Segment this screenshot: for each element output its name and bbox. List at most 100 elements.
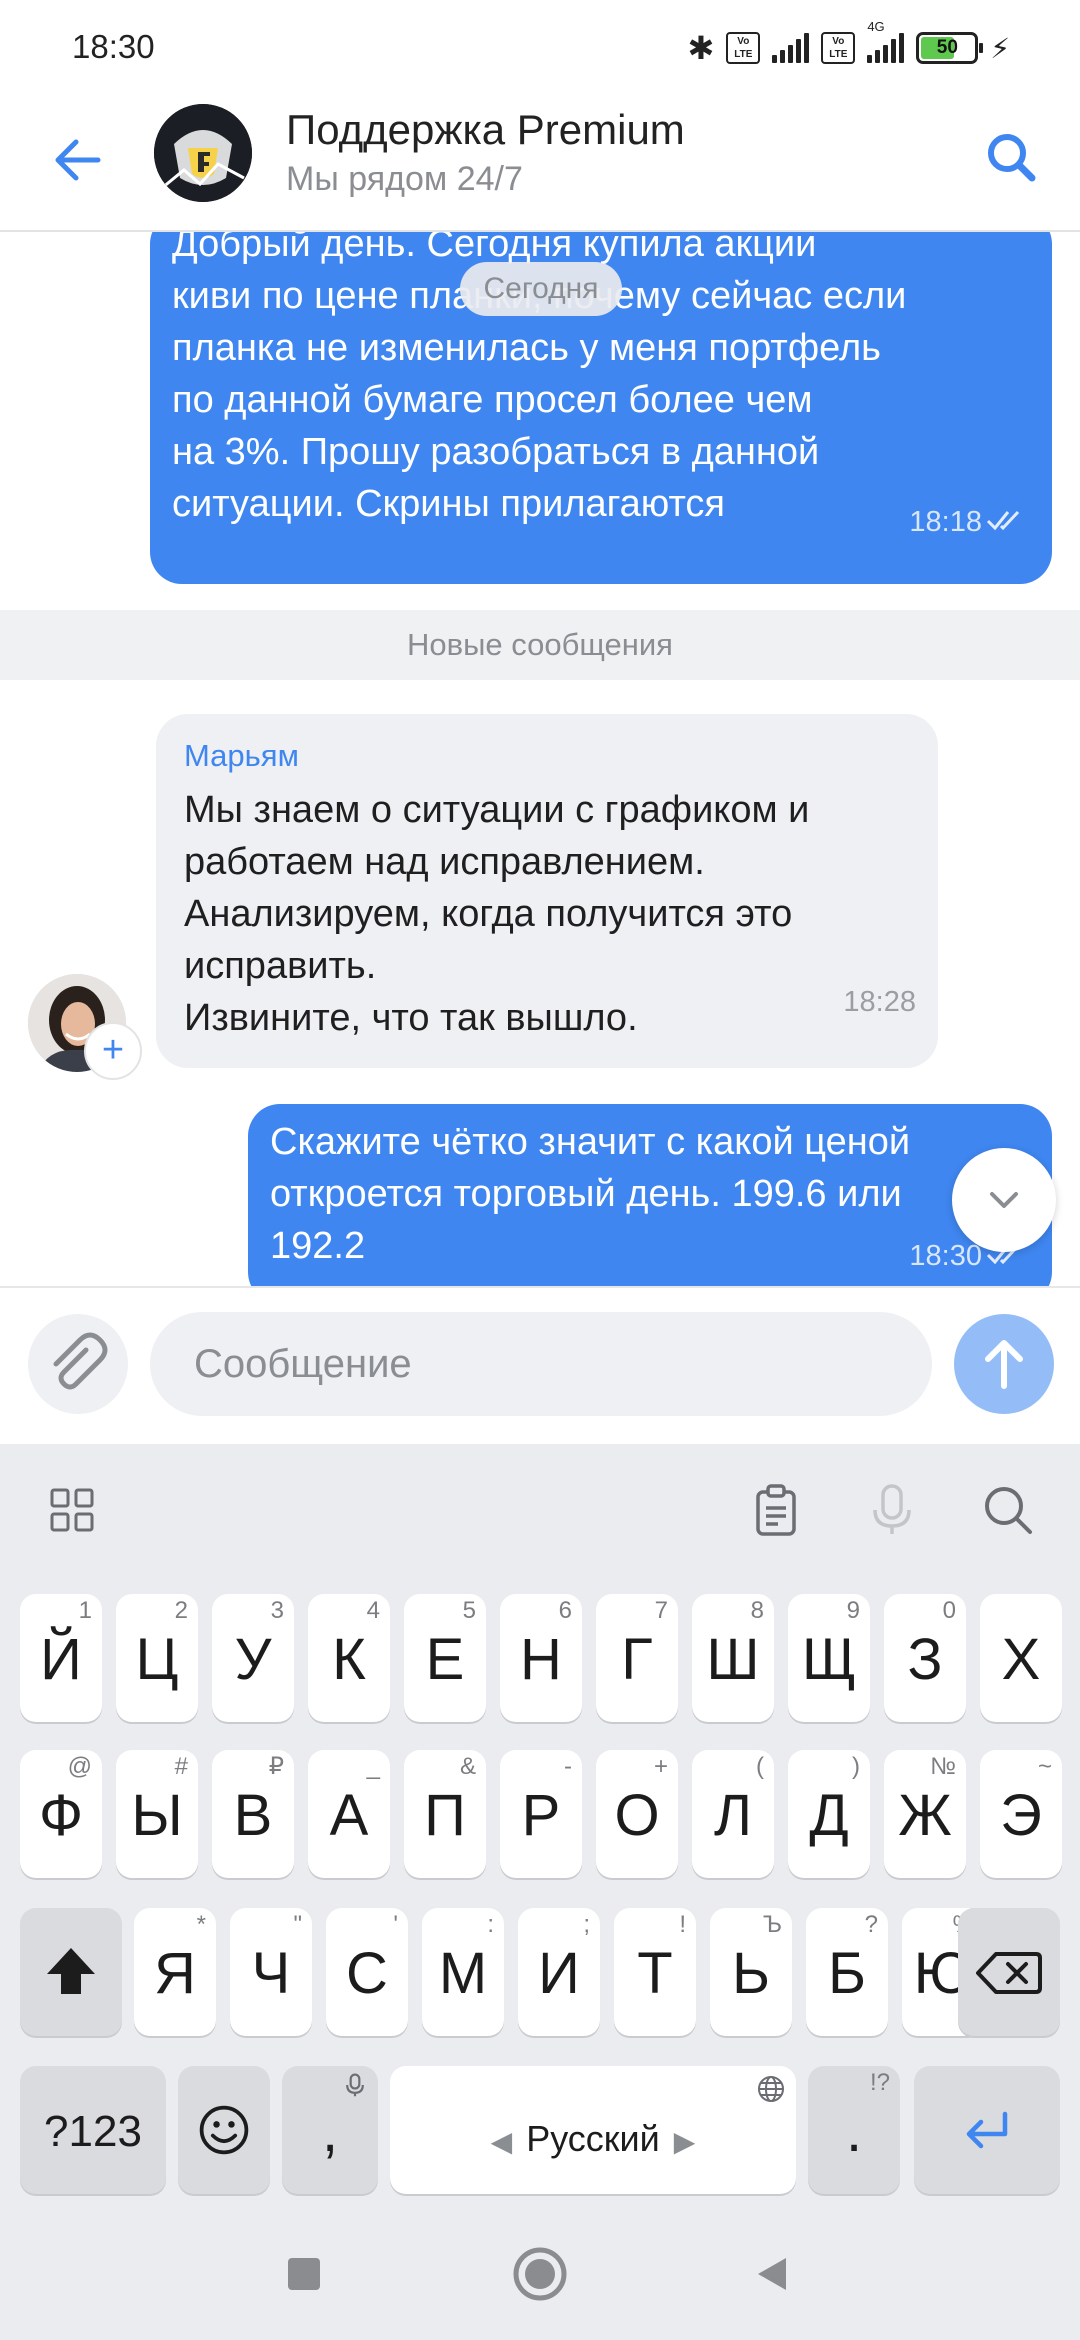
key-в[interactable]: В ₽ [212,1750,294,1878]
key-label: Ц [135,1627,179,1692]
volte-icon: Vo LTE [726,32,761,64]
key-hint: 7 [654,1597,668,1624]
enter-arrow-icon [966,2111,1008,2149]
support-avatar[interactable] [154,104,252,202]
key-у[interactable]: У3 [212,1594,294,1722]
attach-button[interactable] [28,1314,128,1414]
key-label: Ш [706,1627,760,1692]
back-icon[interactable] [752,2254,792,2294]
key-label: Ь [731,1941,771,2006]
keyboard: Й1 Ц2 У3 К4 Е5 Н6 Г7 Ш8 Щ9 З0 Х Ф @ Ы # В ₽… [0,1444,1080,2340]
key-ы[interactable]: Ы # [116,1750,198,1878]
key-п[interactable]: П & [404,1750,486,1878]
key-я[interactable]: Я * [134,1908,216,2036]
date-label: Сегодня [460,262,622,316]
key-hint: № [930,1753,956,1780]
key-х[interactable]: Х [980,1594,1062,1722]
key-hint: : [487,1911,494,1938]
comma-key[interactable]: , [282,2066,378,2194]
search-icon[interactable] [976,1478,1040,1542]
status-time: 18:30 [72,28,155,65]
emoji-key[interactable] [178,2066,270,2194]
shift-key[interactable] [20,1908,122,2036]
new-messages-divider: Новые сообщения [0,610,1080,680]
key-hint: _ [366,1753,380,1780]
key-б[interactable]: Б? [806,1908,888,2036]
enter-key[interactable] [914,2066,1060,2194]
apps-grid-icon[interactable] [40,1478,104,1542]
recent-apps-icon[interactable] [284,2254,324,2294]
backspace-key[interactable] [958,1908,1060,2036]
key-hint: 1 [78,1597,92,1624]
scroll-down-button[interactable] [952,1148,1056,1252]
period-key[interactable]: .!? [808,2066,900,2194]
key-hint: 6 [558,1597,572,1624]
clipboard-icon[interactable] [744,1478,808,1542]
key-label: П [424,1783,466,1848]
key-hint: ~ [1037,1753,1052,1780]
key-hint: 8 [750,1597,764,1624]
home-icon[interactable] [512,2246,568,2302]
chat-subtitle: Мы рядом 24/7 [286,160,523,198]
key-а[interactable]: А _ [308,1750,390,1878]
key-hint: " [293,1911,302,1938]
key-ь[interactable]: ЬЪ [710,1908,792,2036]
backspace-icon [976,1952,1042,1994]
charging-icon: ⚡ [990,32,1010,64]
battery-icon: 50 [916,32,984,64]
key-д[interactable]: Д) [788,1750,870,1878]
message-composer: Сообщение [0,1286,1080,1444]
symbols-key[interactable]: ?123 [20,2066,166,2194]
key-hint: - [564,1753,572,1780]
key-ш[interactable]: Ш8 [692,1594,774,1722]
key-hint: ! [679,1911,686,1938]
network-type-label: 4G [867,19,885,34]
key-label: Р [521,1783,561,1848]
key-е[interactable]: Е5 [404,1594,486,1722]
key-ч[interactable]: Ч " [230,1908,312,2036]
add-contact-button[interactable]: + [84,1022,142,1080]
key-hint: @ [67,1753,92,1780]
send-button[interactable] [954,1314,1054,1414]
signal-icon [772,33,810,63]
key-label: И [538,1941,580,2006]
status-icons: ✱ Vo LTE Vo LTE 4G 50 ⚡ [688,19,1010,70]
chat-area[interactable]: Добрый день. Сегодня купила акции киви п… [0,232,1080,1286]
key-и[interactable]: И; [518,1908,600,2036]
outgoing-message[interactable]: Скажите чётко значит с какой ценой откро… [248,1104,1052,1286]
key-т[interactable]: Т! [614,1908,696,2036]
key-р[interactable]: Р- [500,1750,582,1878]
message-input[interactable]: Сообщение [150,1312,932,1416]
key-с[interactable]: С ' [326,1908,408,2036]
search-icon[interactable] [980,126,1044,190]
key-м[interactable]: М: [422,1908,504,2036]
key-л[interactable]: Л( [692,1750,774,1878]
back-arrow-icon[interactable] [48,130,108,190]
key-э[interactable]: Э ~ [980,1750,1062,1878]
key-label: Л [713,1783,753,1848]
key-к[interactable]: К4 [308,1594,390,1722]
key-hint: ₽ [268,1753,284,1780]
key-о[interactable]: О + [596,1750,678,1878]
key-ф[interactable]: Ф @ [20,1750,102,1878]
key-щ[interactable]: Щ9 [788,1594,870,1722]
space-key[interactable]: ◀ Русский ▶ [390,2066,796,2194]
key-й[interactable]: Й1 [20,1594,102,1722]
navigation-bar [0,2220,1080,2340]
incoming-message[interactable]: Марьям Мы знаем о ситуации с графиком и … [156,714,938,1068]
key-label: Э [1000,1783,1042,1848]
key-label: В [233,1783,273,1848]
chat-title: Поддержка Premium [286,106,685,153]
key-н[interactable]: Н6 [500,1594,582,1722]
key-hint: * [196,1911,206,1938]
key-ж[interactable]: Ж № [884,1750,966,1878]
microphone-icon [346,2073,364,2097]
key-label: Щ [801,1627,857,1692]
key-з[interactable]: З0 [884,1594,966,1722]
triangle-right-icon: ▶ [673,2126,696,2157]
microphone-icon[interactable] [860,1478,924,1542]
key-г[interactable]: Г7 [596,1594,678,1722]
key-ц[interactable]: Ц2 [116,1594,198,1722]
key-label: . [845,2099,863,2164]
key-label: Ж [898,1783,952,1848]
